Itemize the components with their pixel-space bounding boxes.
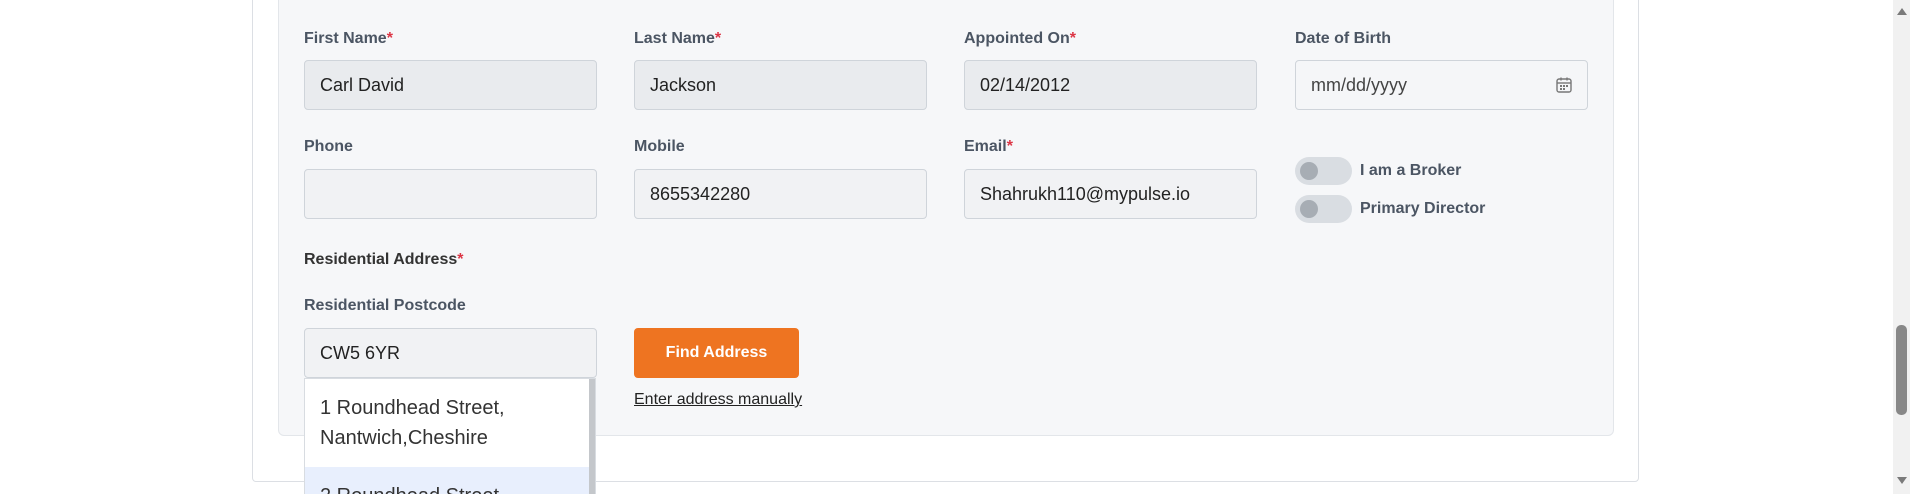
required-marker: * [1069, 30, 1076, 47]
residential-address-heading-text: Residential Address [304, 251, 458, 268]
last-name-value: Jackson [650, 74, 717, 95]
residential-address-heading: Residential Address* [304, 251, 463, 269]
arrow-down-icon[interactable] [1897, 477, 1907, 484]
date-of-birth-placeholder: mm/dd/yyyy [1311, 74, 1408, 95]
email-label-text: Email [964, 138, 1007, 155]
last-name-label-text: Last Name [634, 30, 715, 47]
required-marker: * [386, 30, 393, 47]
toggle-knob [1300, 162, 1318, 180]
residential-postcode-value: CW5 6YR [320, 342, 401, 363]
primary-director-toggle[interactable] [1295, 195, 1352, 223]
scrollbar-thumb[interactable] [1896, 325, 1907, 415]
mobile-label: Mobile [634, 138, 685, 156]
phone-label-text: Phone [304, 138, 353, 155]
last-name-label: Last Name* [634, 30, 721, 48]
page-scrollbar[interactable] [1893, 0, 1910, 494]
required-marker: * [714, 30, 722, 47]
appointed-on-label: Appointed On* [964, 30, 1076, 48]
appointed-on-label-text: Appointed On [964, 30, 1070, 47]
address-suggestion-item[interactable]: 1 Roundhead Street, Nantwich,Cheshire [305, 379, 591, 467]
first-name-value: Carl David [320, 74, 405, 95]
email-label: Email* [964, 138, 1013, 156]
broker-toggle-row[interactable]: I am a Broker [1295, 157, 1461, 185]
mobile-input[interactable]: 8655342280 [634, 169, 927, 219]
first-name-label: First Name* [304, 30, 393, 48]
residential-postcode-label: Residential Postcode [304, 297, 466, 315]
date-of-birth-label: Date of Birth [1295, 30, 1391, 48]
primary-director-toggle-label: Primary Director [1360, 200, 1486, 217]
email-input[interactable]: Shahrukh110@mypulse.io [964, 169, 1257, 219]
residential-postcode-label-text: Residential Postcode [304, 297, 466, 314]
find-address-button[interactable]: Find Address [634, 328, 799, 378]
appointed-on-input[interactable]: 02/14/2012 [964, 60, 1257, 110]
mobile-label-text: Mobile [634, 138, 685, 155]
toggle-knob [1300, 200, 1318, 218]
phone-label: Phone [304, 138, 353, 156]
calendar-icon[interactable] [1555, 76, 1573, 94]
mobile-value: 8655342280 [650, 183, 751, 204]
first-name-label-text: First Name [304, 30, 387, 47]
residential-postcode-input[interactable]: CW5 6YR [304, 328, 597, 378]
page: First Name* Carl David Last Name* Jackso… [0, 0, 1910, 494]
dropdown-scrollbar[interactable] [589, 379, 595, 494]
last-name-input[interactable]: Jackson [634, 60, 927, 110]
arrow-up-icon[interactable] [1897, 8, 1907, 15]
first-name-input[interactable]: Carl David [304, 60, 597, 110]
appointed-on-value: 02/14/2012 [980, 74, 1071, 95]
required-marker: * [457, 251, 464, 268]
required-marker: * [1006, 138, 1013, 155]
date-of-birth-input[interactable]: mm/dd/yyyy [1295, 60, 1588, 110]
broker-toggle[interactable] [1295, 157, 1352, 185]
address-suggestions-dropdown: 1 Roundhead Street, Nantwich,Cheshire 2 … [304, 378, 596, 494]
email-value: Shahrukh110@mypulse.io [980, 183, 1191, 204]
enter-address-manually-link[interactable]: Enter address manually [634, 391, 802, 409]
date-of-birth-label-text: Date of Birth [1295, 30, 1391, 47]
phone-input[interactable] [304, 169, 597, 219]
primary-director-toggle-row[interactable]: Primary Director [1295, 195, 1485, 223]
broker-toggle-label: I am a Broker [1360, 162, 1462, 179]
address-suggestion-item[interactable]: 2 Roundhead Street, [305, 467, 591, 494]
